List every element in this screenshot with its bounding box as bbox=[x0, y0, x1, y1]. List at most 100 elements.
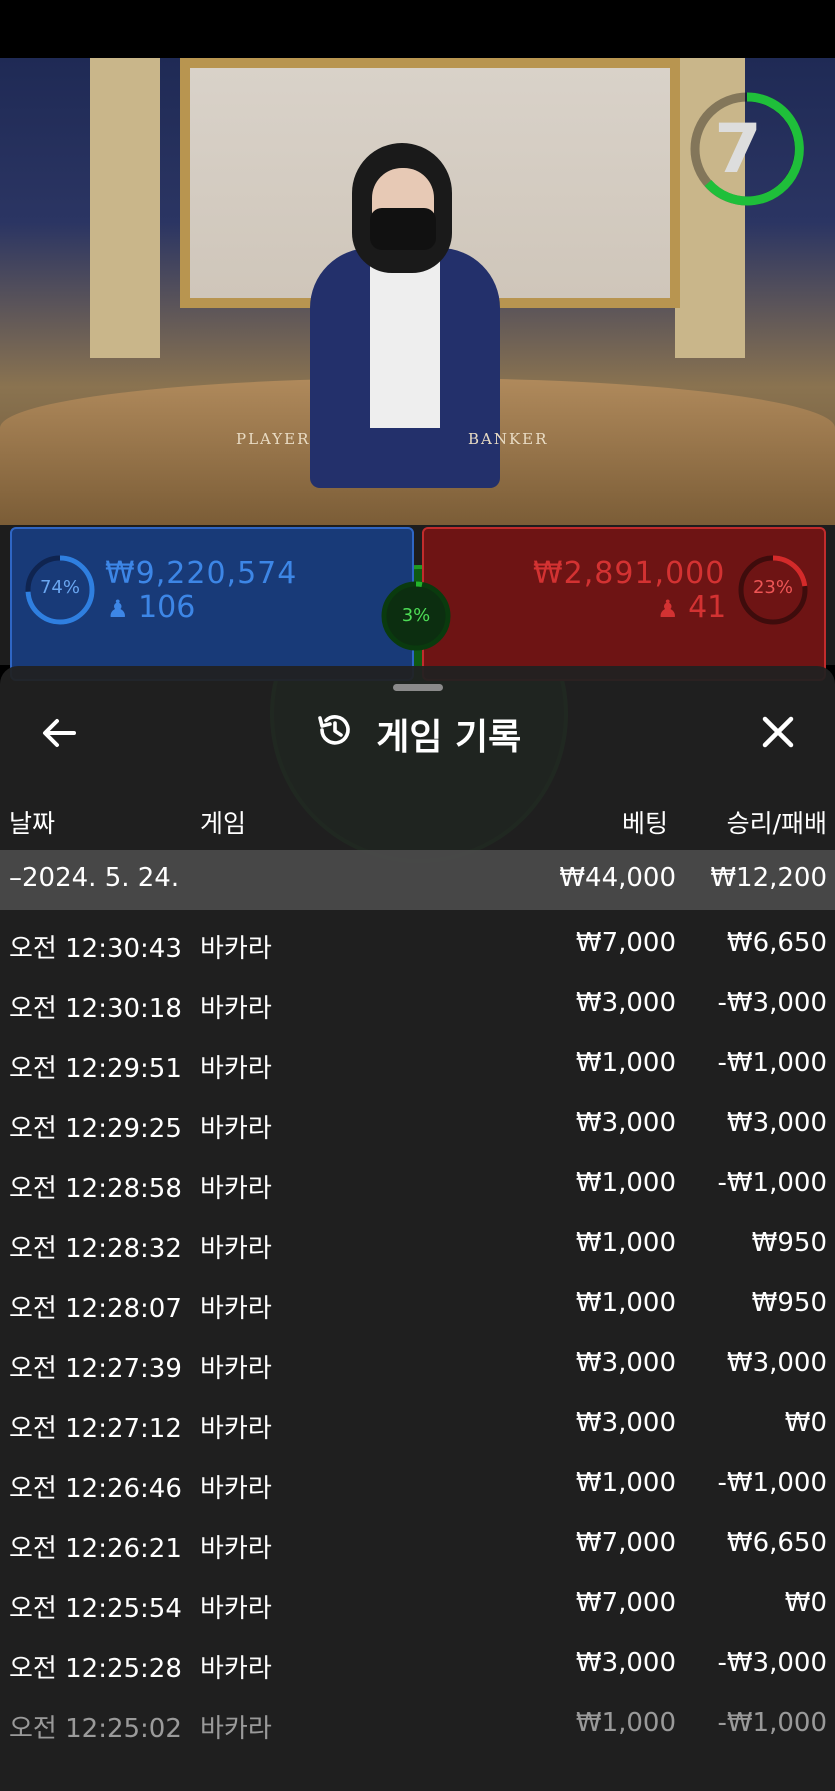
row-game: 바카라 bbox=[200, 1174, 272, 1204]
row-result: ₩950 bbox=[751, 1228, 827, 1258]
summary-result: ₩12,200 bbox=[710, 863, 827, 893]
banker-percent: 23% bbox=[752, 577, 793, 598]
column-header-result: 승리/패배 bbox=[726, 809, 827, 838]
row-result: -₩1,000 bbox=[717, 1048, 827, 1078]
player-bet-amount: ₩9,220,574 bbox=[105, 556, 298, 591]
decor-pillar-left bbox=[90, 58, 160, 358]
column-header-bet: 베팅 bbox=[621, 809, 668, 838]
row-time: 오전 12:28:07 bbox=[9, 1294, 182, 1324]
row-bet: ₩1,000 bbox=[575, 1708, 676, 1738]
column-header-game: 게임 bbox=[200, 809, 247, 838]
player-percent: 74% bbox=[39, 577, 80, 598]
person-icon: ♟ bbox=[657, 595, 679, 623]
row-bet: ₩1,000 bbox=[575, 1168, 676, 1198]
row-bet: ₩7,000 bbox=[575, 1588, 676, 1618]
summary-date: –2024. 5. 24. bbox=[9, 863, 180, 893]
banker-count-value: 41 bbox=[688, 590, 727, 625]
history-clock-icon bbox=[314, 710, 354, 759]
row-bet: ₩7,000 bbox=[575, 1528, 676, 1558]
row-bet: ₩3,000 bbox=[575, 1348, 676, 1378]
history-row[interactable]: 오전 12:29:25 바카라 ₩3,000 ₩3,000 bbox=[0, 1095, 835, 1155]
column-header-date: 날짜 bbox=[9, 809, 56, 838]
row-bet: ₩7,000 bbox=[575, 928, 676, 958]
row-game: 바카라 bbox=[200, 1114, 272, 1144]
row-result: ₩6,650 bbox=[726, 928, 827, 958]
status-bar bbox=[0, 0, 835, 58]
history-row[interactable]: 오전 12:26:21 바카라 ₩7,000 ₩6,650 bbox=[0, 1515, 835, 1575]
row-time: 오전 12:27:12 bbox=[9, 1414, 182, 1444]
banker-bet-amount: ₩2,891,000 bbox=[533, 556, 726, 591]
sheet-drag-handle[interactable] bbox=[393, 684, 443, 691]
row-bet: ₩1,000 bbox=[575, 1468, 676, 1498]
row-bet: ₩1,000 bbox=[575, 1228, 676, 1258]
history-row[interactable]: 오전 12:28:58 바카라 ₩1,000 -₩1,000 bbox=[0, 1155, 835, 1215]
date-summary-row[interactable]: –2024. 5. 24. ₩44,000 ₩12,200 bbox=[0, 850, 835, 910]
history-row[interactable]: 오전 12:30:18 바카라 ₩3,000 -₩3,000 bbox=[0, 975, 835, 1035]
table-label-banker: BANKER bbox=[468, 430, 549, 448]
row-game: 바카라 bbox=[200, 1534, 272, 1564]
row-time: 오전 12:26:21 bbox=[9, 1534, 182, 1564]
row-game: 바카라 bbox=[200, 1594, 272, 1624]
row-time: 오전 12:28:32 bbox=[9, 1234, 182, 1264]
row-time: 오전 12:27:39 bbox=[9, 1354, 182, 1384]
history-row[interactable]: 오전 12:26:46 바카라 ₩1,000 -₩1,000 bbox=[0, 1455, 835, 1515]
row-bet: ₩3,000 bbox=[575, 1648, 676, 1678]
row-time: 오전 12:26:46 bbox=[9, 1474, 182, 1504]
row-game: 바카라 bbox=[200, 994, 272, 1024]
row-result: ₩950 bbox=[751, 1288, 827, 1318]
row-game: 바카라 bbox=[200, 1234, 272, 1264]
row-bet: ₩3,000 bbox=[575, 1108, 676, 1138]
person-icon: ♟ bbox=[107, 595, 129, 623]
history-row[interactable]: 오전 12:25:54 바카라 ₩7,000 ₩0 bbox=[0, 1575, 835, 1635]
row-game: 바카라 bbox=[200, 1474, 272, 1504]
row-time: 오전 12:28:58 bbox=[9, 1174, 182, 1204]
row-result: -₩1,000 bbox=[717, 1468, 827, 1498]
history-row[interactable]: 오전 12:25:28 바카라 ₩3,000 -₩3,000 bbox=[0, 1635, 835, 1695]
history-row[interactable]: 오전 12:28:32 바카라 ₩1,000 ₩950 bbox=[0, 1215, 835, 1275]
history-row[interactable]: 오전 12:28:07 바카라 ₩1,000 ₩950 bbox=[0, 1275, 835, 1335]
row-result: -₩1,000 bbox=[717, 1708, 827, 1738]
history-row[interactable]: 오전 12:29:51 바카라 ₩1,000 -₩1,000 bbox=[0, 1035, 835, 1095]
row-bet: ₩1,000 bbox=[575, 1288, 676, 1318]
row-game: 바카라 bbox=[200, 934, 272, 964]
row-game: 바카라 bbox=[200, 1294, 272, 1324]
tie-percent: 3% bbox=[401, 605, 431, 626]
banker-count: ♟ 41 bbox=[657, 590, 726, 625]
row-bet: ₩3,000 bbox=[575, 988, 676, 1018]
history-header: 게임 기록 bbox=[0, 708, 835, 760]
history-row[interactable]: 오전 12:27:39 바카라 ₩3,000 ₩3,000 bbox=[0, 1335, 835, 1395]
row-game: 바카라 bbox=[200, 1354, 272, 1384]
row-time: 오전 12:25:28 bbox=[9, 1654, 182, 1684]
close-icon[interactable] bbox=[758, 712, 798, 752]
row-game: 바카라 bbox=[200, 1414, 272, 1444]
row-time: 오전 12:25:02 bbox=[9, 1714, 182, 1744]
row-result: ₩0 bbox=[784, 1408, 827, 1438]
row-time: 오전 12:29:25 bbox=[9, 1114, 182, 1144]
dealer-shirt bbox=[370, 258, 440, 428]
history-row[interactable]: 오전 12:25:02 바카라 ₩1,000 -₩1,000 bbox=[0, 1695, 835, 1755]
countdown-number: 7 bbox=[714, 110, 762, 189]
row-game: 바카라 bbox=[200, 1054, 272, 1084]
row-result: -₩3,000 bbox=[717, 1648, 827, 1678]
player-count: ♟ 106 bbox=[107, 590, 195, 625]
row-bet: ₩3,000 bbox=[575, 1408, 676, 1438]
row-result: -₩1,000 bbox=[717, 1168, 827, 1198]
history-row[interactable]: 오전 12:27:12 바카라 ₩3,000 ₩0 bbox=[0, 1395, 835, 1455]
row-result: -₩3,000 bbox=[717, 988, 827, 1018]
table-label-player: PLAYER bbox=[236, 430, 311, 448]
history-row[interactable]: 오전 12:30:43 바카라 ₩7,000 ₩6,650 bbox=[0, 915, 835, 975]
row-result: ₩3,000 bbox=[726, 1348, 827, 1378]
row-result: ₩3,000 bbox=[726, 1108, 827, 1138]
row-time: 오전 12:25:54 bbox=[9, 1594, 182, 1624]
row-time: 오전 12:30:43 bbox=[9, 934, 182, 964]
row-time: 오전 12:30:18 bbox=[9, 994, 182, 1024]
summary-bet: ₩44,000 bbox=[559, 863, 676, 893]
row-game: 바카라 bbox=[200, 1714, 272, 1744]
player-count-value: 106 bbox=[138, 590, 196, 625]
history-title: 게임 기록 bbox=[376, 717, 522, 758]
row-time: 오전 12:29:51 bbox=[9, 1054, 182, 1084]
row-result: ₩6,650 bbox=[726, 1528, 827, 1558]
row-game: 바카라 bbox=[200, 1654, 272, 1684]
row-result: ₩0 bbox=[784, 1588, 827, 1618]
dealer-mask bbox=[370, 208, 436, 250]
